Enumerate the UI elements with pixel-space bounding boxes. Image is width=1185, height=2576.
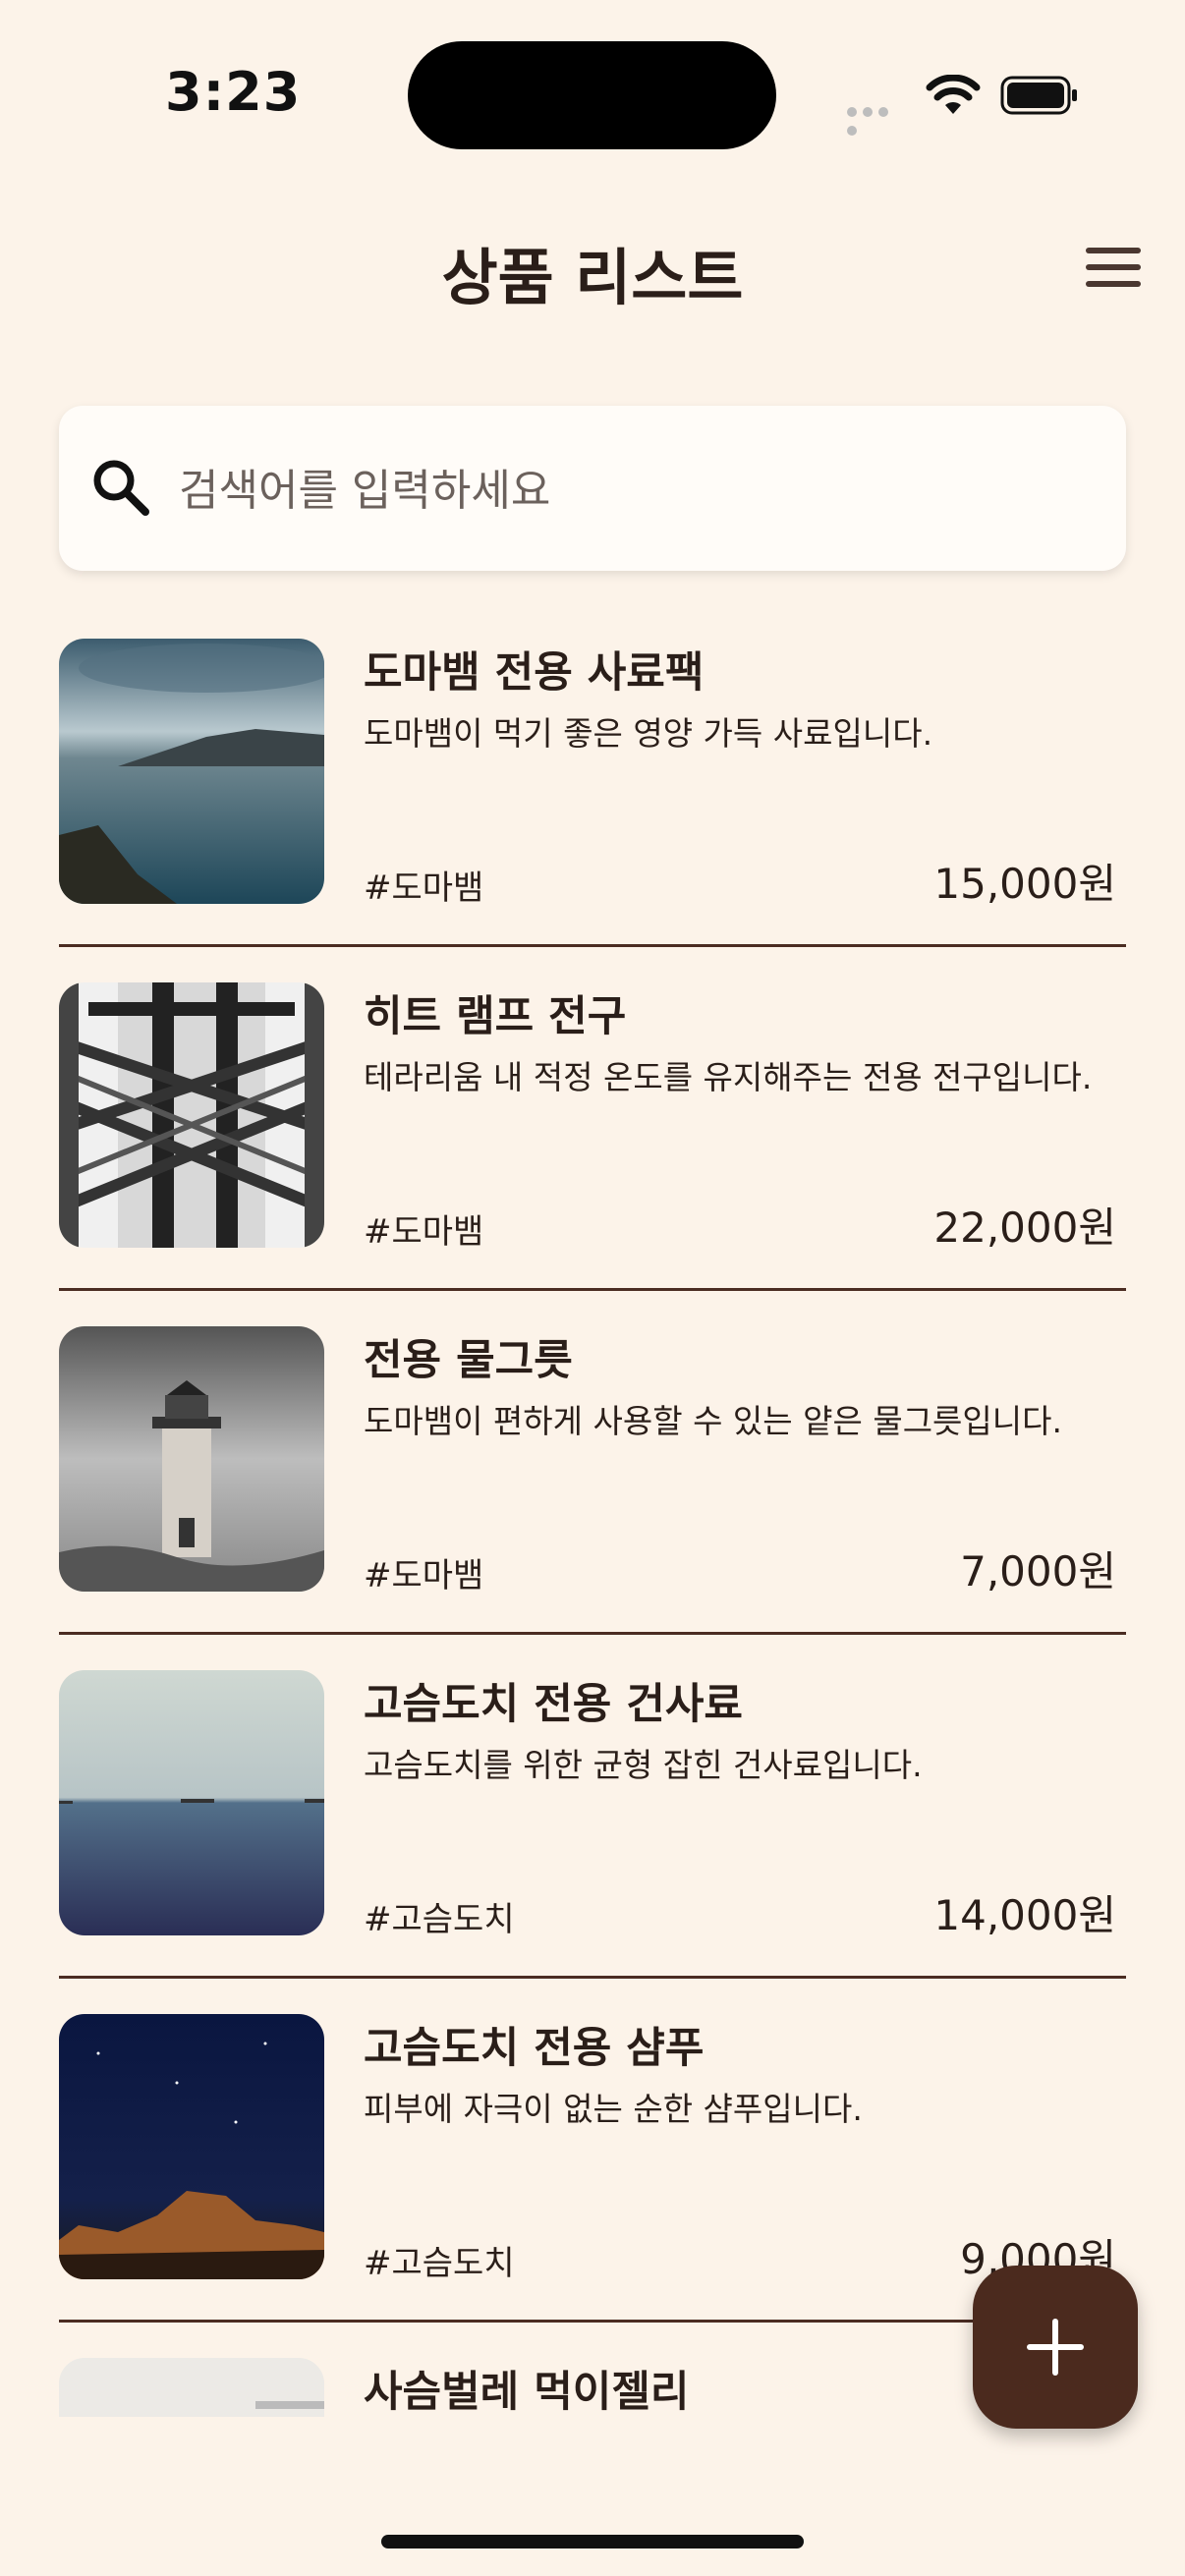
product-tag[interactable]: #도마뱀 xyxy=(364,861,483,909)
product-price: 14,000원 xyxy=(933,1891,1116,1939)
product-list: 도마뱀 전용 사료팩 도마뱀이 먹기 좋은 영양 가득 사료입니다. #도마뱀 … xyxy=(59,603,1126,2417)
product-card[interactable]: 도마뱀 전용 사료팩 도마뱀이 먹기 좋은 영양 가득 사료입니다. #도마뱀 … xyxy=(59,603,1126,947)
product-image xyxy=(59,982,324,1248)
hamburger-menu-icon[interactable] xyxy=(1086,248,1141,291)
home-indicator[interactable] xyxy=(381,2535,804,2548)
dynamic-island xyxy=(408,41,776,149)
battery-icon xyxy=(1000,76,1077,115)
product-price: 7,000원 xyxy=(960,1547,1116,1596)
product-title: 히트 램프 전구 xyxy=(364,992,627,1041)
product-tag[interactable]: #도마뱀 xyxy=(364,1204,483,1253)
product-title: 도마뱀 전용 사료팩 xyxy=(364,648,705,698)
product-image xyxy=(59,1670,324,1935)
product-description: 테라리움 내 적정 온도를 유지해주는 전용 전구입니다. xyxy=(364,1058,1093,1096)
product-card[interactable]: 고슴도치 전용 건사료 고슴도치를 위한 균형 잡힌 건사료입니다. #고슴도치… xyxy=(59,1635,1126,1979)
product-title: 전용 물그릇 xyxy=(364,1336,573,1385)
product-description: 고슴도치를 위한 균형 잡힌 건사료입니다. xyxy=(364,1746,923,1784)
status-time: 3:23 xyxy=(165,61,302,123)
product-card[interactable]: 고슴도치 전용 샴푸 피부에 자극이 없는 순한 샴푸입니다. #고슴도치 9,… xyxy=(59,1979,1126,2323)
product-title: 고슴도치 전용 건사료 xyxy=(364,1680,743,1729)
plus-icon xyxy=(1027,2319,1084,2376)
app-header: 상품 리스트 xyxy=(0,206,1185,324)
search-bar[interactable] xyxy=(59,406,1126,571)
product-description: 도마뱀이 편하게 사용할 수 있는 얕은 물그릇입니다. xyxy=(364,1402,1062,1440)
product-title: 사슴벌레 먹이젤리 xyxy=(364,2368,690,2417)
product-description: 피부에 자극이 없는 순한 샴푸입니다. xyxy=(364,2090,863,2128)
product-price: 22,000원 xyxy=(933,1204,1116,1252)
product-card[interactable]: 전용 물그릇 도마뱀이 편하게 사용할 수 있는 얕은 물그릇입니다. #도마뱀… xyxy=(59,1291,1126,1635)
cellular-signal-icon xyxy=(847,102,906,136)
product-image xyxy=(59,639,324,904)
wifi-icon xyxy=(926,75,981,114)
product-card[interactable]: 사슴벌레 먹이젤리 xyxy=(59,2323,1126,2417)
page-title: 상품 리스트 xyxy=(441,242,744,313)
product-image xyxy=(59,2358,324,2417)
product-tag[interactable]: #고슴도치 xyxy=(364,1892,515,1940)
product-tag[interactable]: #고슴도치 xyxy=(364,2236,515,2284)
product-description: 도마뱀이 먹기 좋은 영양 가득 사료입니다. xyxy=(364,714,933,753)
add-product-button[interactable] xyxy=(973,2266,1138,2429)
product-image xyxy=(59,2014,324,2279)
search-icon xyxy=(93,460,149,516)
search-input[interactable] xyxy=(177,445,1085,535)
product-image xyxy=(59,1326,324,1592)
product-price: 15,000원 xyxy=(933,860,1116,908)
product-tag[interactable]: #도마뱀 xyxy=(364,1548,483,1596)
status-bar: 3:23 xyxy=(0,0,1185,187)
product-title: 고슴도치 전용 샴푸 xyxy=(364,2024,705,2073)
product-card[interactable]: 히트 램프 전구 테라리움 내 적정 온도를 유지해주는 전용 전구입니다. #… xyxy=(59,947,1126,1291)
